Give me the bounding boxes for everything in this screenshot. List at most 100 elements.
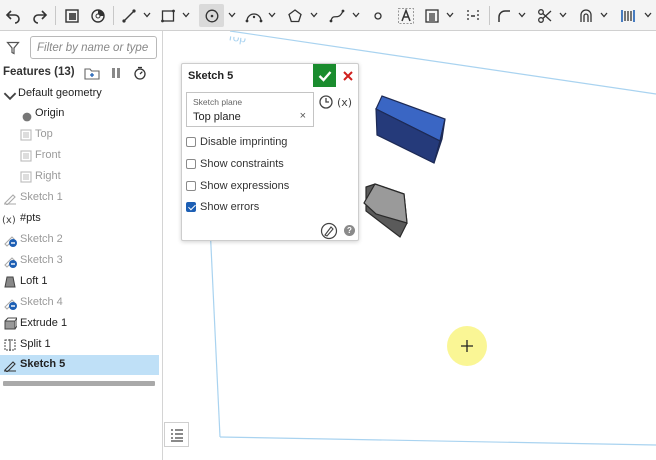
option-show-errors[interactable]: Show errors (186, 199, 259, 215)
circle-tool-icon[interactable] (199, 4, 224, 27)
chevron-down-icon[interactable] (143, 12, 151, 18)
tree-item-pts[interactable]: (x) #pts (0, 209, 159, 229)
toolbar-separator (489, 6, 490, 25)
undo-icon[interactable] (4, 4, 22, 27)
check-icon (318, 70, 331, 82)
checkbox[interactable] (186, 159, 196, 169)
use-tool-icon[interactable] (422, 4, 442, 27)
chevron-down-icon[interactable] (518, 12, 526, 18)
svg-text:(x): (x) (2, 215, 16, 226)
split-icon (4, 339, 16, 351)
chevron-down-icon[interactable] (3, 89, 17, 103)
history-icon[interactable] (318, 94, 334, 110)
close-icon (343, 71, 353, 81)
tree-item-sketch-2[interactable]: Sketch 2 (0, 230, 159, 250)
variable-icon[interactable]: (x) (337, 94, 357, 110)
features-header: Features (13) (0, 64, 163, 84)
filter-icon[interactable] (6, 41, 20, 55)
feature-list-icon[interactable] (62, 4, 82, 27)
tree-item-sketch-3[interactable]: Sketch 3 (0, 251, 159, 271)
clear-plane-button[interactable]: × (300, 110, 306, 122)
option-label: Show constraints (200, 158, 284, 170)
features-title: Features (13) (3, 66, 75, 78)
checkbox[interactable] (186, 137, 196, 147)
tree-item-label: Right (35, 170, 61, 182)
view-mode-icon[interactable] (88, 4, 108, 27)
checkbox-checked[interactable] (186, 202, 196, 212)
arc-tool-icon[interactable] (243, 4, 265, 27)
tree-group-default-geometry[interactable]: Default geometry (0, 84, 159, 104)
extrude-icon (4, 317, 17, 330)
feature-list-toggle-button[interactable] (164, 422, 189, 447)
polygon-tool-icon[interactable] (284, 4, 306, 27)
tree-item-origin[interactable]: Origin (0, 104, 159, 124)
tree-item-label: Top (35, 128, 53, 140)
chevron-down-icon[interactable] (600, 12, 608, 18)
sketch-plane-field[interactable]: Sketch plane Top plane × (186, 92, 314, 127)
add-folder-icon[interactable] (84, 66, 100, 80)
plane-icon (20, 150, 32, 162)
sketch-dialog: Sketch 5 Sketch plane Top plane × (x) Di… (181, 63, 359, 241)
tree-item-label: Origin (35, 107, 65, 119)
toolbar (0, 0, 656, 31)
sketch-plane-label: Sketch plane (193, 97, 243, 107)
tree-item-front-plane[interactable]: Front (0, 146, 159, 166)
rollback-bar-icon[interactable] (110, 66, 122, 80)
line-tool-icon[interactable] (119, 4, 139, 27)
construction-tool-icon[interactable] (463, 4, 483, 27)
chevron-down-icon[interactable] (559, 12, 567, 18)
tree-item-loft-1[interactable]: Loft 1 (0, 272, 159, 292)
redo-icon[interactable] (31, 4, 49, 27)
fillet-tool-icon[interactable] (494, 4, 514, 27)
chevron-down-icon[interactable] (310, 12, 318, 18)
tree-item-split-1[interactable]: Split 1 (0, 335, 159, 355)
crosshair-cursor-icon (461, 340, 473, 352)
sketch-plane-value: Top plane (193, 111, 241, 123)
accept-button[interactable] (313, 64, 336, 87)
chevron-down-icon[interactable] (446, 12, 454, 18)
sketch-icon (4, 361, 16, 372)
text-tool-icon[interactable] (395, 4, 417, 27)
tree-item-extrude-1[interactable]: Extrude 1 (0, 314, 159, 334)
variable-icon: (x) (2, 215, 16, 226)
option-disable-imprinting[interactable]: Disable imprinting (186, 134, 287, 150)
chevron-down-icon[interactable] (228, 12, 236, 18)
option-show-expressions[interactable]: Show expressions (186, 178, 289, 194)
checkbox[interactable] (186, 181, 196, 191)
tree-item-label: Sketch 4 (20, 296, 63, 308)
tree-item-label: Extrude 1 (20, 317, 68, 329)
tree-item-right-plane[interactable]: Right (0, 167, 159, 187)
option-label: Disable imprinting (200, 136, 288, 148)
tree-item-label: Front (35, 149, 61, 161)
sketch-error-icon (4, 299, 17, 310)
dimension-tool-icon[interactable] (617, 4, 639, 27)
option-show-constraints[interactable]: Show constraints (186, 156, 284, 172)
origin-icon (22, 112, 32, 122)
tree-item-label: Sketch 1 (20, 191, 63, 203)
offset-tool-icon[interactable] (576, 4, 596, 27)
sketch-settings-icon[interactable] (320, 222, 338, 240)
tree-item-label: Loft 1 (20, 275, 48, 287)
point-tool-icon[interactable] (369, 4, 387, 27)
cancel-button[interactable] (340, 68, 356, 84)
rectangle-tool-icon[interactable] (158, 4, 178, 27)
chevron-down-icon[interactable] (182, 12, 190, 18)
chevron-down-icon[interactable] (644, 12, 652, 18)
trim-tool-icon[interactable] (535, 4, 555, 27)
tree-item-sketch-5[interactable]: Sketch 5 (0, 355, 159, 375)
tree-item-sketch-4[interactable]: Sketch 4 (0, 293, 159, 313)
tree-item-top-plane[interactable]: Top (0, 125, 159, 145)
spline-tool-icon[interactable] (326, 4, 348, 27)
tree-item-sketch-1[interactable]: Sketch 1 (0, 188, 159, 208)
chevron-down-icon[interactable] (268, 12, 276, 18)
tree-item-label: Sketch 3 (20, 254, 63, 266)
sketch-error-icon (4, 236, 17, 247)
dialog-title: Sketch 5 (188, 70, 234, 82)
stopwatch-icon[interactable] (133, 66, 147, 80)
option-label: Show errors (200, 201, 260, 213)
chevron-down-icon[interactable] (352, 12, 360, 18)
plane-icon (20, 171, 32, 183)
horizontal-scrollbar[interactable] (3, 381, 155, 386)
filter-input[interactable] (30, 36, 157, 59)
help-icon[interactable]: ? (344, 225, 355, 236)
